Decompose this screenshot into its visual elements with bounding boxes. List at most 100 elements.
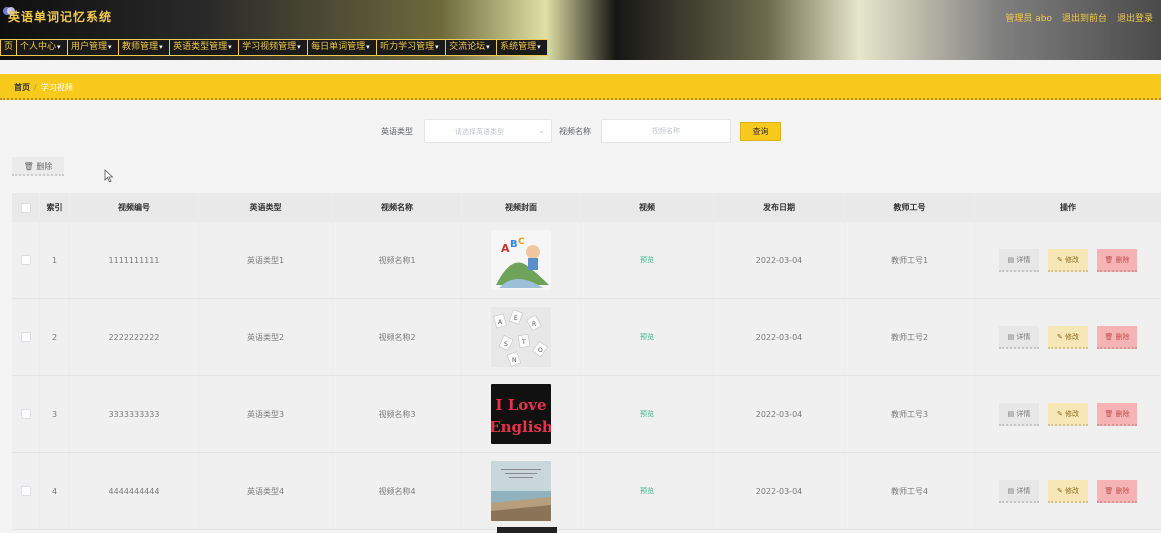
col-index: 索引 [40, 193, 70, 222]
breadcrumb-current: 学习视频 [40, 83, 73, 92]
table-row: 1 1111111111 英语类型1 视频名称1 A B C 预览 2022-0… [12, 222, 1161, 299]
delete-button[interactable]: 🗑 删除 [1097, 479, 1137, 503]
app-title: 英语单词记忆系统 [8, 10, 113, 24]
edit-button[interactable]: ✎ 修改 [1048, 248, 1088, 272]
video-name-label: 视频名称 [559, 127, 591, 136]
row-teacher-id: 教师工号2 [845, 299, 975, 375]
pencil-icon: ✎ [1056, 486, 1063, 495]
svg-text:B: B [510, 239, 518, 250]
delete-button[interactable]: 🗑 删除 [1097, 402, 1137, 426]
svg-text:E: E [514, 315, 518, 322]
breadcrumb: 首页 / 学习视频 [14, 82, 73, 93]
col-video-cover: 视频封面 [462, 193, 581, 222]
next-row-cover-image [497, 527, 557, 533]
chevron-down-icon: ▾ [537, 43, 541, 51]
document-icon: ▤ [1007, 486, 1015, 495]
chevron-down-icon: ▾ [57, 43, 61, 51]
nav-item-home[interactable]: 页 [0, 39, 17, 56]
detail-button[interactable]: ▤ 详情 [999, 479, 1039, 503]
svg-text:English: English [491, 418, 551, 436]
nav-item-video-management[interactable]: 学习视频管理 ▾ [238, 39, 308, 56]
chevron-down-icon: ▾ [486, 43, 490, 51]
row-video-name: 视频名称4 [333, 453, 462, 529]
pencil-icon: ✎ [1056, 255, 1063, 264]
row-video-code: 3333333333 [70, 376, 199, 452]
row-video-code: 4444444444 [70, 453, 199, 529]
chevron-down-icon: ▾ [108, 43, 112, 51]
row-index: 1 [40, 222, 70, 298]
row-video-name: 视频名称2 [333, 299, 462, 375]
row-checkbox[interactable] [12, 376, 40, 452]
col-video-name: 视频名称 [333, 193, 462, 222]
logout-link[interactable]: 退出登录 [1117, 11, 1153, 24]
logout-to-front-link[interactable]: 退出到前台 [1062, 11, 1107, 24]
svg-text:R: R [532, 321, 536, 328]
delete-button[interactable]: 🗑 删除 [1097, 325, 1137, 349]
batch-delete-button[interactable]: 🗑 删除 [12, 157, 64, 176]
edit-button[interactable]: ✎ 修改 [1048, 479, 1088, 503]
row-video-cover[interactable]: I Love English [462, 376, 581, 452]
chevron-down-icon: ▾ [159, 43, 163, 51]
cover-image-beach [491, 461, 551, 521]
nav-item-daily-word-management[interactable]: 每日单词管理 ▾ [307, 39, 377, 56]
delete-button[interactable]: 🗑 删除 [1097, 248, 1137, 272]
mouse-cursor-icon [104, 169, 114, 183]
nav-item-teacher-management[interactable]: 教师管理 ▾ [118, 39, 170, 56]
row-checkbox[interactable] [12, 453, 40, 529]
nav-item-system-management[interactable]: 系统管理 ▾ [496, 39, 549, 56]
edit-button[interactable]: ✎ 修改 [1048, 325, 1088, 349]
pencil-icon: ✎ [1056, 409, 1063, 418]
row-video-preview-link[interactable]: 预览 [581, 299, 714, 375]
row-video-preview-link[interactable]: 预览 [581, 222, 714, 298]
cover-image-abc: A B C [491, 230, 551, 290]
document-icon: ▤ [1007, 255, 1015, 264]
row-video-code: 1111111111 [70, 222, 199, 298]
col-video-code: 视频编号 [70, 193, 199, 222]
video-name-input[interactable]: 视频名称 [601, 119, 731, 143]
table-header: 索引 视频编号 英语类型 视频名称 视频封面 视频 发布日期 教师工号 操作 [12, 193, 1161, 222]
document-icon: ▤ [1007, 332, 1015, 341]
detail-button[interactable]: ▤ 详情 [999, 402, 1039, 426]
video-table: 索引 视频编号 英语类型 视频名称 视频封面 视频 发布日期 教师工号 操作 1… [12, 193, 1161, 530]
row-checkbox[interactable] [12, 222, 40, 298]
table-row: 4 4444444444 英语类型4 视频名称4 预览 2022-03-04 教… [12, 453, 1161, 530]
nav-item-forum[interactable]: 交流论坛 ▾ [445, 39, 497, 56]
row-checkbox[interactable] [12, 299, 40, 375]
row-english-type: 英语类型3 [199, 376, 333, 452]
chevron-down-icon: ⌄ [538, 126, 545, 135]
cover-image-i-love-english: I Love English [491, 384, 551, 444]
row-video-cover[interactable] [462, 453, 581, 529]
row-video-preview-link[interactable]: 预览 [581, 376, 714, 452]
svg-text:C: C [518, 237, 525, 247]
row-video-name: 视频名称3 [333, 376, 462, 452]
chevron-down-icon: ▾ [297, 43, 301, 51]
query-button[interactable]: 查询 [740, 122, 781, 141]
nav-item-english-type-management[interactable]: 英语类型管理 ▾ [169, 39, 239, 56]
main-nav: 页 个人中心 ▾ 用户管理 ▾ 教师管理 ▾ 英语类型管理 ▾ 学习视频管理 ▾ 每日单词… [0, 39, 549, 56]
nav-item-personal-center[interactable]: 个人中心 ▾ [16, 39, 68, 56]
col-english-type: 英语类型 [199, 193, 333, 222]
row-teacher-id: 教师工号1 [845, 222, 975, 298]
select-all-checkbox[interactable] [12, 193, 40, 222]
detail-button[interactable]: ▤ 详情 [999, 325, 1039, 349]
breadcrumb-home[interactable]: 首页 [14, 83, 30, 92]
edit-button[interactable]: ✎ 修改 [1048, 402, 1088, 426]
row-english-type: 英语类型1 [199, 222, 333, 298]
row-video-cover[interactable]: A B C [462, 222, 581, 298]
english-type-select[interactable]: 请选择英语类型 ⌄ [424, 119, 552, 143]
trash-icon: 🗑 [1104, 255, 1114, 264]
row-video-preview-link[interactable]: 预览 [581, 453, 714, 529]
col-teacher-id: 教师工号 [845, 193, 975, 222]
chevron-down-icon: ▾ [435, 43, 439, 51]
svg-text:S: S [504, 341, 508, 348]
detail-button[interactable]: ▤ 详情 [999, 248, 1039, 272]
row-video-cover[interactable]: AER STON [462, 299, 581, 375]
row-publish-date: 2022-03-04 [714, 299, 845, 375]
admin-name: 管理员 abo [1005, 14, 1052, 24]
nav-item-user-management[interactable]: 用户管理 ▾ [67, 39, 119, 56]
col-video: 视频 [581, 193, 714, 222]
table-row: 2 2222222222 英语类型2 视频名称2 AER STON 预览 202… [12, 299, 1161, 376]
nav-item-listening-management[interactable]: 听力学习管理 ▾ [376, 39, 446, 56]
breadcrumb-separator: / [34, 83, 37, 92]
table-row: 3 3333333333 英语类型3 视频名称3 I Love English … [12, 376, 1161, 453]
